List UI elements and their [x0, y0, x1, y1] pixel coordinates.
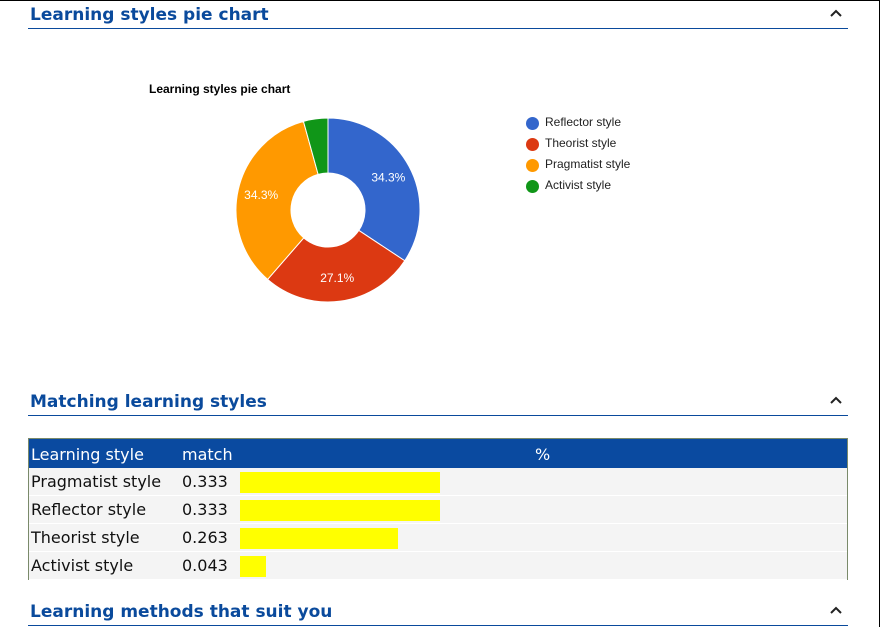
- table-row: Activist style 0.043: [29, 552, 847, 580]
- row-match: 0.043: [182, 556, 228, 575]
- chevron-up-icon[interactable]: [828, 602, 844, 618]
- row-match: 0.333: [182, 472, 228, 491]
- pie-section-title: Learning styles pie chart: [30, 5, 269, 25]
- legend-label: Theorist style: [545, 136, 617, 150]
- legend-swatch: [526, 180, 539, 193]
- legend-swatch: [526, 138, 539, 151]
- row-style: Theorist style: [31, 528, 140, 547]
- row-style: Pragmatist style: [31, 472, 162, 491]
- match-bar: [240, 472, 440, 493]
- chevron-up-icon[interactable]: [828, 392, 844, 408]
- header-learning-style: Learning style: [31, 445, 144, 464]
- legend-label: Pragmatist style: [545, 157, 631, 171]
- pie-section-header: Learning styles pie chart: [28, 1, 848, 29]
- legend-swatch: [526, 159, 539, 172]
- row-style: Activist style: [31, 556, 134, 575]
- table-row: Reflector style 0.333: [29, 496, 847, 524]
- methods-section-title: Learning methods that suit you: [30, 602, 333, 622]
- header-match: match: [182, 445, 233, 464]
- row-style: Reflector style: [31, 500, 147, 519]
- pie-svg: 34.3% 27.1% 34.3%: [235, 117, 421, 303]
- pie-slice-label: 34.3%: [244, 188, 278, 202]
- pie-slice-reflector-style[interactable]: [327, 117, 421, 262]
- row-match: 0.333: [182, 500, 228, 519]
- matching-section-header: Matching learning styles: [28, 388, 848, 416]
- matching-table: Learning style match % Pragmatist style 0…: [28, 438, 848, 580]
- matching-section-title: Matching learning styles: [30, 392, 267, 412]
- match-bar: [240, 556, 266, 577]
- legend-label: Reflector style: [545, 115, 622, 129]
- legend-label: Activist style: [545, 178, 612, 192]
- header-percent: %: [535, 445, 551, 464]
- methods-section-header: Learning methods that suit you: [28, 598, 848, 626]
- legend-swatch: [526, 117, 539, 130]
- pie-slice-label: 34.3%: [371, 171, 405, 185]
- row-match: 0.263: [182, 528, 228, 547]
- match-bar: [240, 500, 440, 521]
- pie-slice-label: 27.1%: [320, 271, 354, 285]
- table-row: Pragmatist style 0.333: [29, 468, 847, 496]
- chevron-up-icon[interactable]: [828, 5, 844, 21]
- match-bar: [240, 528, 398, 549]
- table-row: Theorist style 0.263: [29, 524, 847, 552]
- table-header: Learning style match %: [29, 439, 847, 468]
- pie-chart: Learning styles pie chart 34.3% 27.1% 34.3…: [0, 61, 880, 381]
